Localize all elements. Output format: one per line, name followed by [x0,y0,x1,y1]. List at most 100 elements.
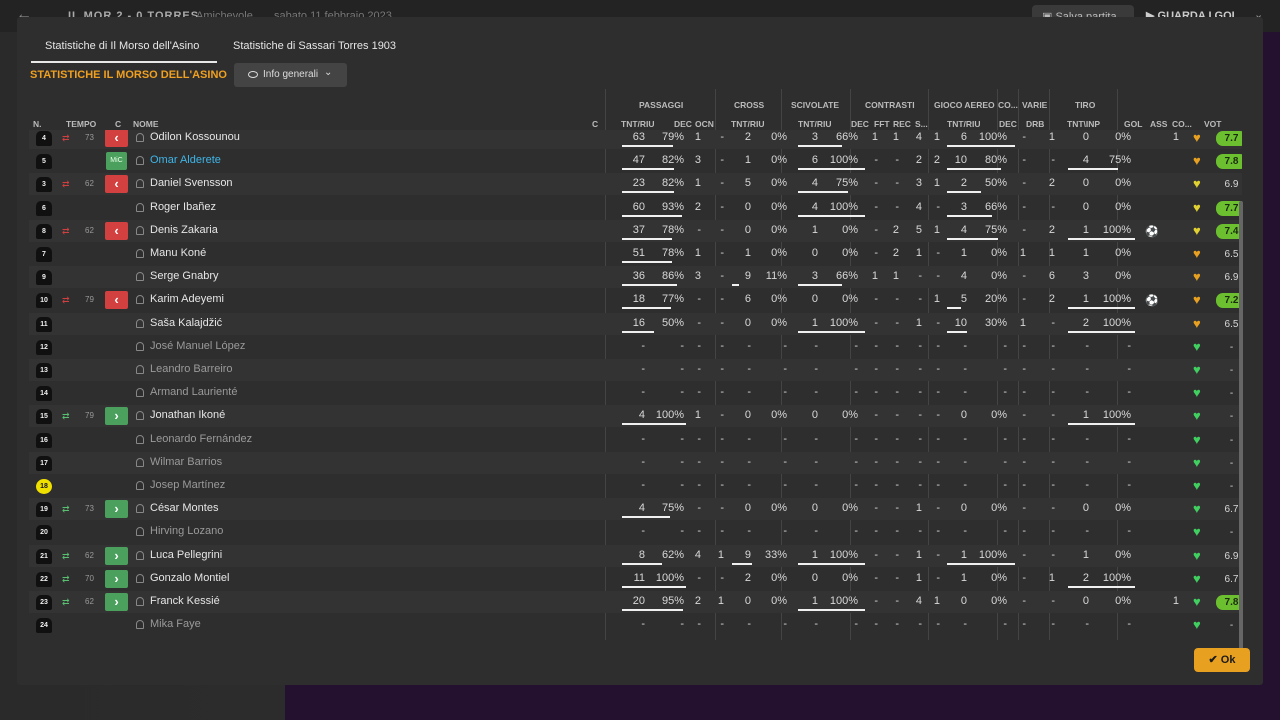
success-rate-bar [1068,423,1135,426]
player-name[interactable]: Franck Kessié [150,595,220,607]
stat-value: 1 [1048,571,1055,584]
table-row[interactable]: 24 Mika Faye - - - - - - - - - - - - - - - - - - ♥ - [29,614,1242,636]
player-name[interactable]: Denis Zakaria [150,224,218,236]
stat-value: 2 [1048,293,1055,306]
table-row[interactable]: 5 MiC Omar Alderete 47 82% 3 - 1 0% 6 100% - - 2 2 10 80… [29,150,1242,172]
stat-value: 66% [835,131,858,143]
stat-value: - [874,432,878,445]
stat-value: 2 [933,154,940,167]
stat-value: 4 [915,200,922,213]
stat-value: 0% [771,595,787,607]
table-row[interactable]: 6 Roger Ibañez 60 93% 2 - 0 0% 4 100% - - 4 - 3 66% - - 0 0… [29,197,1242,219]
sub-in-button[interactable]: › [105,500,128,519]
table-row[interactable]: 7 Manu Koné 51 78% 1-1 0% 0 0% -2 1-1 0% 1 1 1 0% ♥ 6.5 [29,243,1242,265]
player-name[interactable]: Saša Kalajdžić [150,317,222,329]
sub-out-button[interactable]: ‹ [105,175,128,194]
sub-in-icon: ⇄ [62,550,70,561]
stat-value: - [1003,432,1007,445]
player-name[interactable]: Karim Adeyemi [150,293,224,305]
stat-value: - [918,479,922,491]
stat-value: 4 [694,548,701,561]
tab-home-stats[interactable]: Statistiche di Il Morso dell'Asino [45,40,199,52]
player-stats-table: 4 ⇄ 73 ‹ Odilon Kossounou 63 79% 1-2 0% 3 66% 1 1 4 1 6… [29,130,1242,640]
stat-value: - [747,479,751,491]
player-name[interactable]: Jonathan Ikoné [150,409,225,421]
player-name[interactable]: Manu Koné [150,247,206,259]
table-row[interactable]: 21 ⇄ 62 › Luca Pellegrini 8 62% 4 1 9 33% 1 100% - - 1 -… [29,544,1242,567]
table-row[interactable]: 19 ⇄ 73 › César Montes 4 75% - -0 0% 0 0% - -1-0 0% - -0… [29,498,1242,521]
stat-value: - [697,316,701,329]
player-name[interactable]: Leonardo Fernández [150,433,252,445]
player-name[interactable]: Armand Laurienté [150,386,237,398]
stat-value: 4 [960,270,967,283]
table-row[interactable]: 15 ⇄ 79 › Jonathan Ikoné 4 100% 1 - 0 0% 0 0% - - - - 0 0%… [29,405,1242,428]
table-row[interactable]: 10 ⇄ 79 ‹ Karim Adeyemi 18 77% - -6 0% 0 0% - - -1 5 20%… [29,289,1242,311]
player-name[interactable]: Luca Pellegrini [150,549,222,561]
view-dropdown[interactable]: Info generali ⌄ [234,63,347,87]
player-name[interactable]: José Manuel López [150,340,245,352]
player-name[interactable]: Mika Faye [150,618,201,630]
table-row[interactable]: 17 Wilmar Barrios - - - - - - - - - - - - - - - - - - ♥ - [29,451,1242,474]
sub-out-button[interactable]: ‹ [105,130,128,147]
stat-value: - [936,316,940,329]
player-name[interactable]: Odilon Kossounou [150,131,240,143]
player-name[interactable]: Leandro Barreiro [150,363,233,375]
player-name[interactable]: Wilmar Barrios [150,456,222,468]
table-row[interactable]: 13 Leandro Barreiro - - - - - - - - - - - - - - - - - - ♥ - [29,359,1242,381]
sub-in-button[interactable]: › [105,407,128,426]
table-row[interactable]: 22 ⇄ 70 › Gonzalo Montiel 11 100% - -2 0% 0 0% - -1-1… [29,568,1242,590]
stat-value: 0 [1082,177,1089,190]
table-row[interactable]: 3 ⇄ 62 ‹ Daniel Svensson 23 82% 1-5 0% 4 75% - -3 1 2 5… [29,173,1242,196]
header-tnt_riu: TNT/RIU [947,119,981,129]
table-row[interactable]: 11 Saša Kalajdžić 16 50% - -0 0% 1 100% - -1-10 30%… [29,312,1242,335]
player-avatar-icon [136,179,144,189]
player-name[interactable]: Omar Alderete [150,154,221,166]
table-row[interactable]: 23 ⇄ 62 › Franck Kessié 20 95% 2 1 0 0% 1 100% - -4 1 0 0… [29,591,1242,613]
stat-value: 0% [771,409,787,422]
table-row[interactable]: 12 José Manuel López - - - - - - - - - - - - - - - - - - ♥ - [29,336,1242,358]
table-row[interactable]: 4 ⇄ 73 ‹ Odilon Kossounou 63 79% 1-2 0% 3 66% 1 1 4 1 6… [29,130,1242,149]
player-name[interactable]: César Montes [150,502,218,514]
table-row[interactable]: 14 Armand Laurienté - - - - - - - - - - - - - - - - - - ♥ - [29,382,1242,404]
sub-out-button[interactable]: ‹ [105,291,128,310]
stat-value: 0% [771,131,787,143]
stat-value: - [680,386,684,399]
condition-heart-icon: ♥ [1193,199,1201,215]
stat-value: 20% [984,293,1007,306]
condition-heart-icon: ♥ [1193,292,1201,308]
stat-value: - [814,455,818,468]
scrollbar[interactable] [1239,201,1243,655]
stat-value: - [1127,525,1131,538]
stat-value: 100% [829,200,858,213]
stat-value: - [720,316,724,329]
player-avatar-icon [136,411,144,421]
stat-value: 0 [1082,502,1089,515]
table-row[interactable]: 9 Serge Gnabry 36 86% 3 - 9 11% 3 66% 1 1 - - 4 0% - 6 3 0%… [29,266,1242,289]
sub-in-button[interactable]: › [105,546,128,565]
stat-value: - [1127,386,1131,399]
player-name[interactable]: Gonzalo Montiel [150,572,230,584]
success-rate-bar [622,516,670,519]
stat-value: 3 [694,154,701,167]
stat-value: - [1022,363,1026,375]
player-name[interactable]: Hirving Lozano [150,525,223,537]
player-name[interactable]: Daniel Svensson [150,177,233,189]
tab-away-stats[interactable]: Statistiche di Sassari Torres 1903 [233,40,396,52]
table-row[interactable]: 18 Josep Martínez - - - - - - - - - - - - - - - - - - ♥ - [29,475,1242,497]
table-row[interactable]: 8 ⇄ 62 ‹ Denis Zakaria 37 78% - -0 0% 1 0% -2 5 1 4 75% -… [29,219,1242,242]
header-dec: DEC [999,119,1017,129]
ok-button[interactable]: ✔ Ok [1194,648,1250,672]
stat-value: - [641,525,645,538]
stat-value: 0% [842,502,858,515]
sub-in-button[interactable]: › [105,593,128,611]
sub-in-button[interactable]: › [105,569,128,588]
player-name[interactable]: Josep Martínez [150,479,225,491]
stat-value: - [895,525,899,538]
player-name[interactable]: Serge Gnabry [150,270,218,282]
sub-out-button[interactable]: ‹ [105,221,128,240]
player-name[interactable]: Roger Ibañez [150,201,216,213]
table-row[interactable]: 16 Leonardo Fernández - - - - - - - - - - - - - - - - - - ♥ - [29,429,1242,451]
stat-value: - [874,177,878,190]
table-row[interactable]: 20 Hirving Lozano - - - - - - - - - - - - - - - - - - ♥ - [29,521,1242,543]
stat-value: 0 [960,409,967,422]
